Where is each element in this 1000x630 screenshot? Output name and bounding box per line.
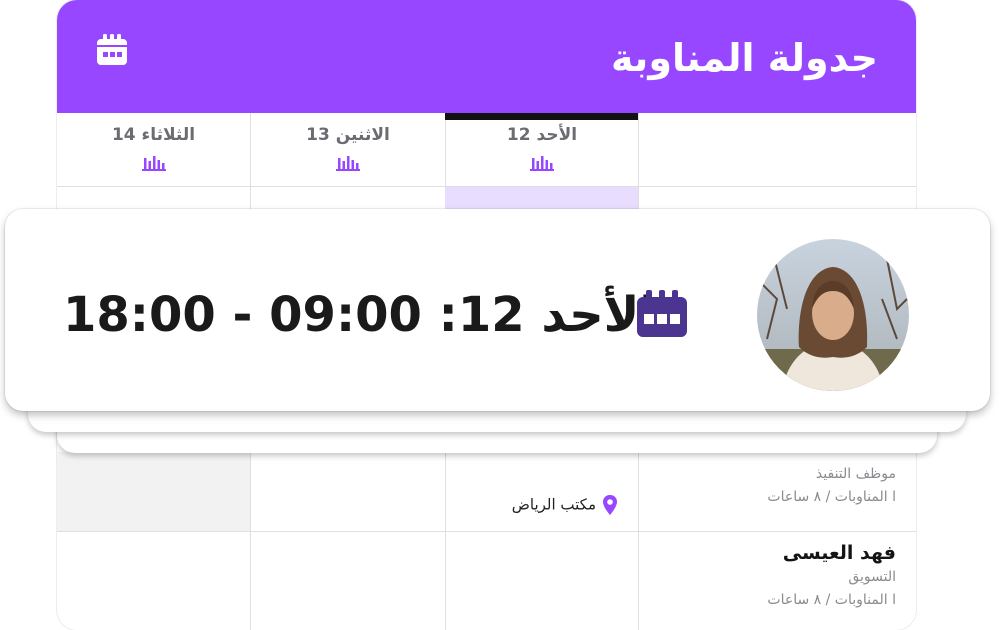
employee-name[interactable]: فهد العيسى xyxy=(783,542,896,564)
shift-time-text: الأحد 12: 09:00 - 18:00 xyxy=(63,287,656,343)
employee-role: موظف التنفيذ xyxy=(815,466,896,482)
unavailable-cell xyxy=(57,452,250,531)
calendar-icon xyxy=(637,290,687,337)
employee-role: التسويق xyxy=(848,569,896,585)
location-label: مكتب الرياض xyxy=(511,495,596,514)
calendar-icon[interactable] xyxy=(95,33,129,67)
row-divider xyxy=(57,186,916,187)
day-label: الأحد 12 xyxy=(506,125,578,145)
bar-chart-icon xyxy=(141,156,166,171)
location-pin-icon xyxy=(603,495,617,515)
schedule-header: جدولة المناوبة xyxy=(57,0,916,113)
employee-summary: ا المناوبات / ٨ ساعات xyxy=(767,592,896,608)
employee-summary: ا المناوبات / ٨ ساعات xyxy=(767,489,896,505)
shift-location[interactable]: مكتب الرياض xyxy=(512,494,618,516)
active-day-indicator xyxy=(445,113,638,120)
day-header-sunday[interactable]: الأحد 12 xyxy=(446,113,638,186)
day-label: الاثنين 13 xyxy=(306,125,390,145)
schedule-title: جدولة المناوبة xyxy=(611,36,878,80)
employee-avatar[interactable] xyxy=(757,239,909,391)
day-header-tuesday[interactable]: الثلاثاء 14 xyxy=(57,113,250,186)
active-day-cell[interactable] xyxy=(445,187,638,209)
day-label: الثلاثاء 14 xyxy=(111,125,196,145)
day-header-monday[interactable]: الاثنين 13 xyxy=(251,113,445,186)
shift-detail-card[interactable]: الأحد 12: 09:00 - 18:00 xyxy=(5,209,990,411)
bar-chart-icon xyxy=(336,156,360,171)
row-divider xyxy=(57,531,916,532)
bar-chart-icon xyxy=(530,156,554,171)
